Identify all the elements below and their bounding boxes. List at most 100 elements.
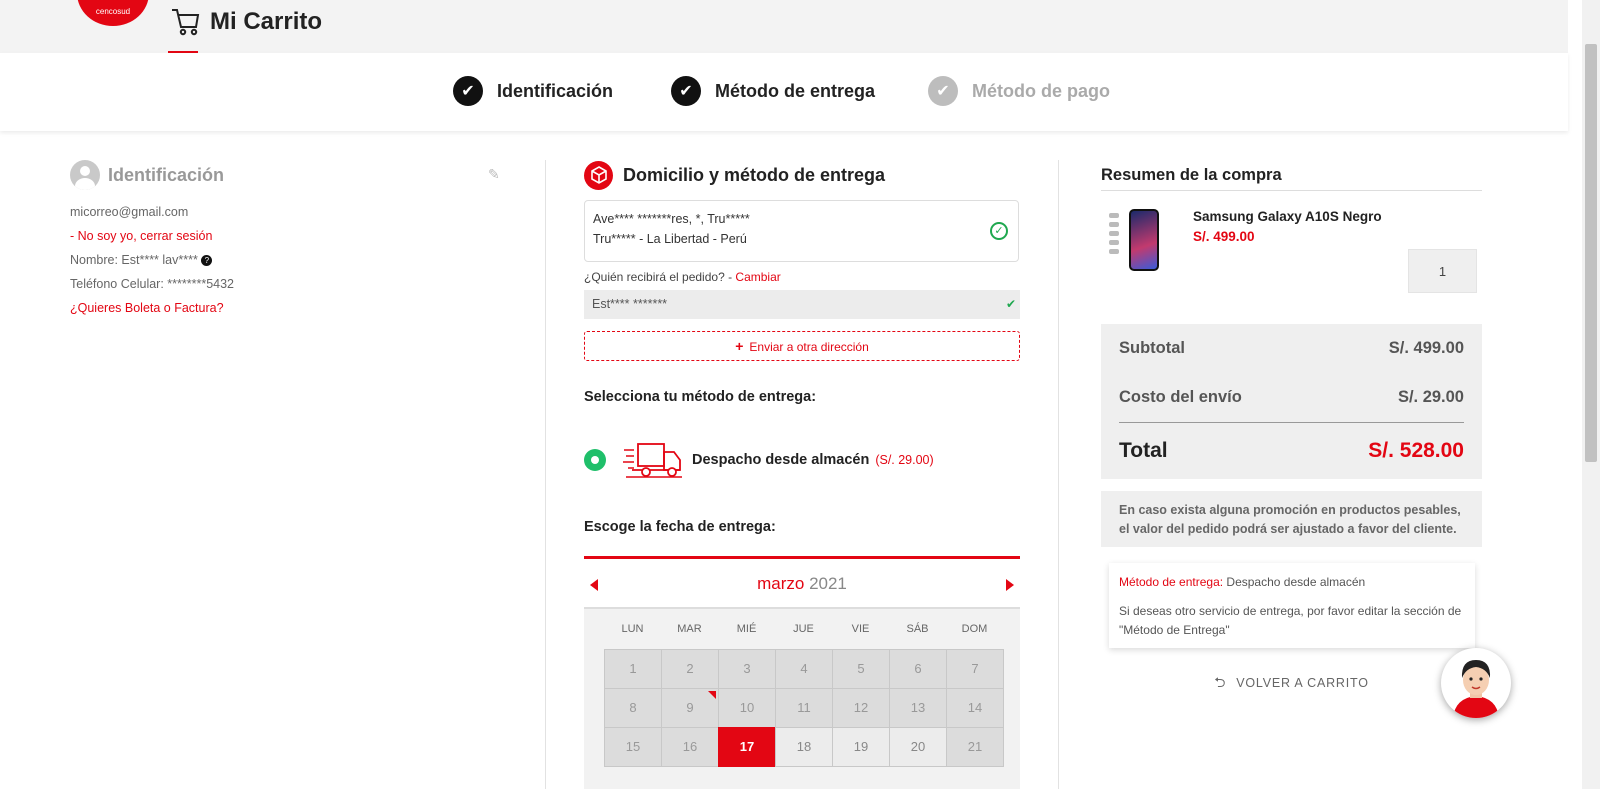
column-divider <box>1058 160 1059 789</box>
calendar-weekdays: LUN MAR MIÉ JUE VIE SÁB DOM <box>604 623 1000 649</box>
delivery-method-summary-value: Despacho desde almacén <box>1226 575 1366 589</box>
user-email: micorreo@gmail.com <box>70 205 189 219</box>
product-image[interactable] <box>1129 209 1159 271</box>
order-summary-panel: Resumen de la compra Samsung Galaxy A10S… <box>1101 160 1482 696</box>
identification-title: Identificación <box>108 164 225 185</box>
identification-panel: Identificación ✎ micorreo@gmail.com - No… <box>70 160 510 316</box>
calendar-day: 12 <box>832 688 890 728</box>
weekday-label: MIÉ <box>736 623 757 635</box>
calendar-day: 21 <box>946 727 1004 767</box>
user-name: Nombre: Est**** lav**** ? <box>70 252 510 268</box>
calendar-day: 1 <box>604 649 662 689</box>
package-icon <box>584 160 613 190</box>
subtotal-label: Subtotal <box>1119 339 1185 357</box>
calendar-day-available[interactable]: 18 <box>775 727 833 767</box>
delivery-method-summary: Método de entrega: Despacho desde almacé… <box>1109 563 1475 648</box>
calendar-grid: 1 2 3 4 5 6 7 8 9 10 11 12 13 14 15 16 1… <box>604 649 1004 767</box>
calendar-day: 14 <box>946 688 1004 728</box>
next-month-icon[interactable] <box>1006 579 1014 591</box>
calendar-body: LUN MAR MIÉ JUE VIE SÁB DOM 1 2 3 4 5 6 … <box>584 609 1020 789</box>
calendar-day: 11 <box>775 688 833 728</box>
address-card[interactable]: Ave**** *******res, *, Tru***** Tru*****… <box>584 200 1019 262</box>
summary-title: Resumen de la compra <box>1101 160 1482 191</box>
calendar-day: 4 <box>775 649 833 689</box>
check-icon: ✔ <box>928 76 958 106</box>
logout-link[interactable]: - No soy yo, cerrar sesión <box>70 228 510 244</box>
delivery-title: Domicilio y método de entrega <box>623 164 886 185</box>
chat-assistant-button[interactable] <box>1441 648 1511 718</box>
weekday-label: LUN <box>621 623 644 635</box>
check-icon: ✔ <box>453 76 483 106</box>
step-identification[interactable]: ✔ Identificación <box>453 76 613 106</box>
other-address-button[interactable]: + Enviar a otra dirección <box>584 331 1020 361</box>
weekday-label: JUE <box>793 623 814 635</box>
edit-icon[interactable]: ✎ <box>488 166 500 183</box>
address-line: Tru***** - La Libertad - Perú <box>593 232 747 246</box>
calendar-header: marzo 2021 <box>584 559 1020 609</box>
product-thumbnails <box>1109 213 1123 258</box>
radio-selected[interactable] <box>584 449 606 471</box>
calendar-day: 8 <box>604 688 662 728</box>
receiver-field[interactable]: Est**** ******* ✔ <box>584 290 1020 319</box>
calendar-day-available[interactable]: 20 <box>889 727 947 767</box>
receiver-question: ¿Quién recibirá el pedido? - Cambiar <box>584 270 1020 284</box>
change-receiver-link[interactable]: Cambiar <box>735 270 780 284</box>
calendar-day: 5 <box>832 649 890 689</box>
step-label: Método de entrega <box>715 80 876 101</box>
quantity-field[interactable]: 1 <box>1408 249 1477 293</box>
truck-icon <box>623 443 682 478</box>
total-label: Total <box>1119 439 1168 462</box>
step-label: Método de pago <box>972 80 1110 101</box>
user-avatar-icon <box>70 160 100 190</box>
shipping-row: Costo del envío S/. 29.00 <box>1119 373 1464 422</box>
brand-logo[interactable]: cencosud <box>77 0 149 26</box>
weekday-label: MAR <box>677 623 702 635</box>
step-payment-method[interactable]: ✔ Método de pago <box>928 76 1110 106</box>
address-line: Ave**** *******res, *, Tru***** <box>593 212 750 226</box>
column-divider <box>545 160 546 789</box>
calendar-day: 15 <box>604 727 662 767</box>
calendar-month: marzo <box>757 574 805 593</box>
invoice-link[interactable]: ¿Quieres Boleta o Factura? <box>70 300 510 316</box>
page-scrollbar[interactable] <box>1582 0 1600 789</box>
other-address-label: Enviar a otra dirección <box>749 340 869 354</box>
check-icon: ✔ <box>671 76 701 106</box>
assistant-avatar-icon <box>1453 660 1499 718</box>
step-label: Identificación <box>497 80 614 101</box>
product-price: S/. 499.00 <box>1193 229 1255 244</box>
receiver-value: Est**** ******* <box>592 297 668 311</box>
total-row: Total S/. 528.00 <box>1119 422 1464 479</box>
delivery-method-option[interactable]: Despacho desde almacén (S/. 29.00) <box>584 438 1020 482</box>
prev-month-icon[interactable] <box>590 579 598 591</box>
top-header: cencosud Mi Carrito <box>0 0 1568 54</box>
delivery-panel: Domicilio y método de entrega Ave**** **… <box>584 160 1020 789</box>
calendar-day: 2 <box>661 649 719 689</box>
calendar-day: 10 <box>718 688 776 728</box>
cart-icon <box>172 9 200 36</box>
back-to-cart-link[interactable]: ⮌ VOLVER A CARRITO <box>1101 672 1482 696</box>
weekday-label: VIE <box>851 623 870 635</box>
delivery-method-price: (S/. 29.00) <box>875 453 934 467</box>
receiver-question-text: ¿Quién recibirá el pedido? - <box>584 270 733 284</box>
scrollbar-thumb[interactable] <box>1585 44 1597 462</box>
calendar-day-available[interactable]: 19 <box>832 727 890 767</box>
cart-product: Samsung Galaxy A10S Negro S/. 499.00 1 <box>1101 191 1482 293</box>
weekday-label: DOM <box>961 623 988 635</box>
page-title: Mi Carrito <box>210 8 323 35</box>
totals-box: Subtotal S/. 499.00 Costo del envío S/. … <box>1101 324 1482 479</box>
calendar-day-selected[interactable]: 17 <box>718 727 776 767</box>
user-phone: Teléfono Celular: ********5432 <box>70 277 235 291</box>
calendar-day: 6 <box>889 649 947 689</box>
check-icon: ✔ <box>1005 297 1016 311</box>
delivery-edit-note: Si deseas otro servicio de entrega, por … <box>1119 604 1462 637</box>
delivery-method-summary-label: Método de entrega: <box>1119 575 1224 589</box>
product-name[interactable]: Samsung Galaxy A10S Negro <box>1193 209 1382 224</box>
weekday-label: SÁB <box>906 623 929 635</box>
subtotal-value: S/. 499.00 <box>1388 339 1464 357</box>
calendar-day: 13 <box>889 688 947 728</box>
step-delivery-method[interactable]: ✔ Método de entrega <box>671 76 875 106</box>
delivery-method-name: Despacho desde almacén <box>692 452 870 468</box>
plus-icon: + <box>735 338 744 354</box>
calendar-day: 3 <box>718 649 776 689</box>
help-icon[interactable]: ? <box>201 255 213 267</box>
